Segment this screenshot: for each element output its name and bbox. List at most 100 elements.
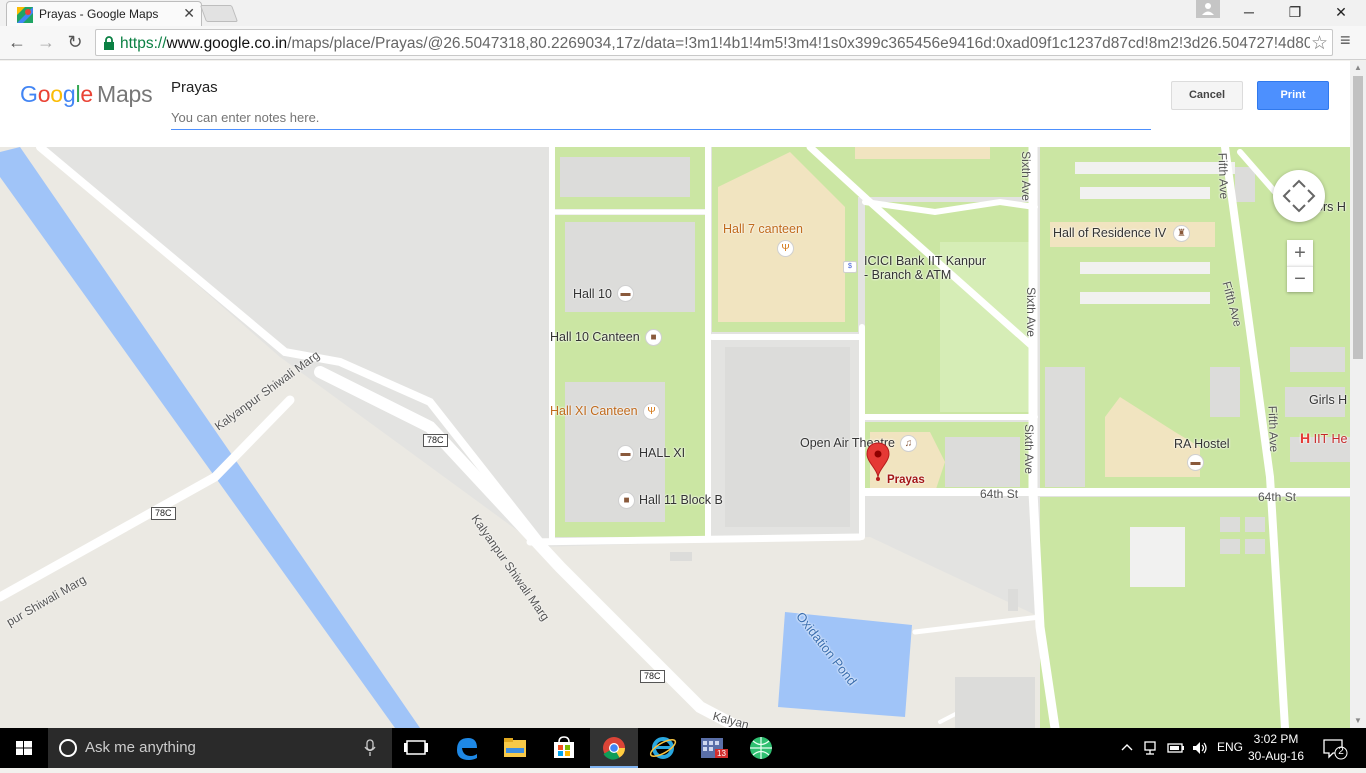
lodging-icon[interactable]: ▬ [1187,454,1204,471]
map-canvas[interactable]: Hall 7 canteen Ψ ICICI Bank IIT Kanpur -… [0,147,1350,728]
browser-tab[interactable]: Prayas - Google Maps ✕ [6,1,202,26]
google-maps-logo: Google Maps [20,81,153,108]
browser-toolbar: ← → ↻ https://www.google.co.in/maps/plac… [0,26,1366,60]
atm-icon[interactable]: $ [843,261,857,273]
windows-taskbar: Ask me anything 13 ENG 3:02 PM 30-Aug-16… [0,728,1366,768]
task-view-button[interactable] [392,728,440,768]
road-label-fifth-ave: Fifth Ave [1215,152,1232,200]
place-name: Prayas [171,79,218,96]
map-label-ra-hostel[interactable]: RA Hostel [1174,437,1230,451]
start-button[interactable] [0,728,48,768]
pan-arrows-icon [1282,179,1316,213]
edge-icon [457,738,477,760]
close-window-button[interactable]: ✕ [1318,0,1364,24]
road-label-sixth-ave: Sixth Ave [1023,287,1038,337]
new-tab-button[interactable] [199,5,239,22]
map-label-hallxi-canteen[interactable]: Hall XI Canteen [550,404,638,418]
map-label-girls-hostel[interactable]: Girls H [1309,393,1347,407]
chrome-app-button[interactable] [590,728,638,768]
chrome-icon [603,737,625,760]
clock[interactable]: 3:02 PM 30-Aug-16 [1246,731,1306,765]
globe-app-button[interactable] [737,728,785,768]
maps-wordmark: Maps [97,81,153,107]
lodging-icon[interactable]: ▬ [617,285,634,302]
music-icon[interactable]: ♫ [900,435,917,452]
print-button[interactable]: Print [1257,81,1329,110]
microphone-icon[interactable] [363,739,377,757]
map-label-hallxi[interactable]: HALL XI [639,446,685,460]
google-maps-favicon-icon [17,7,33,23]
battery-icon[interactable] [1167,741,1185,755]
chrome-menu-icon[interactable]: ≡ [1340,30,1351,51]
browser-tab-bar: Prayas - Google Maps ✕ ─ ❐ ✕ [0,0,1366,26]
page-scrollbar[interactable]: ▲ ▼ [1350,61,1366,728]
google-wordmark: Google [20,81,93,107]
road-label-fifth-ave: Fifth Ave [1265,405,1282,453]
edge-app-button[interactable] [443,728,491,768]
chevron-up-icon[interactable] [1119,740,1135,756]
place-icon[interactable]: ■ [645,329,662,346]
search-placeholder: Ask me anything [85,739,196,756]
map-label-hall11-block-b[interactable]: Hall 11 Block B [639,493,723,507]
map-label-hall10[interactable]: Hall 10 [573,287,612,301]
map-label-hall10-canteen[interactable]: Hall 10 Canteen [550,330,640,344]
scroll-down-icon[interactable]: ▼ [1350,714,1366,728]
scroll-up-icon[interactable]: ▲ [1350,61,1366,75]
notes-input[interactable] [171,106,1151,130]
clock-date: 30-Aug-16 [1247,749,1305,763]
language-indicator[interactable]: ENG [1217,740,1243,754]
windows-logo-icon [16,741,32,755]
cortana-icon [59,739,77,757]
calculator-icon [701,738,723,758]
internet-explorer-button[interactable] [639,728,687,768]
cancel-button[interactable]: Cancel [1171,81,1243,110]
map-label-hall-residence-iv[interactable]: Hall of Residence IV [1053,226,1166,240]
maximize-button[interactable]: ❐ [1272,0,1318,24]
url-text: https://www.google.co.in/maps/place/Pray… [120,35,1310,52]
restaurant-icon[interactable]: Ψ [643,403,660,420]
network-icon[interactable] [1143,740,1161,756]
profile-icon[interactable] [1196,0,1220,18]
bookmark-star-icon[interactable]: ☆ [1311,32,1328,55]
road-label-64th-st: 64th St [1258,490,1297,504]
route-shield-78c: 78C [423,434,448,447]
task-view-icon [404,740,428,755]
map-label-prayas[interactable]: Prayas [887,474,925,486]
address-bar[interactable]: https://www.google.co.in/maps/place/Pray… [95,29,1333,56]
map-label-hall7-canteen[interactable]: Hall 7 canteen [723,222,803,236]
store-app-button[interactable] [540,728,588,768]
map-label-icici[interactable]: ICICI Bank IIT Kanpur [864,254,986,268]
minimize-button[interactable]: ─ [1226,0,1272,24]
map-label-iit-health[interactable]: H IIT He [1300,430,1347,446]
back-icon[interactable]: ← [5,30,29,54]
folder-icon [504,738,526,757]
landmark-icon[interactable]: ♜ [1173,225,1190,242]
road-label-64th-st: 64th St [980,487,1019,501]
lodging-icon[interactable]: ▬ [617,445,634,462]
volume-icon[interactable] [1191,740,1209,756]
map-label-icici-branch[interactable]: - Branch & ATM [864,268,951,282]
tab-close-icon[interactable]: ✕ [183,5,195,22]
lock-icon [104,36,114,50]
forward-icon[interactable]: → [34,30,58,54]
route-shield-78c: 78C [151,507,176,520]
scroll-thumb[interactable] [1353,76,1363,359]
cortana-search-box[interactable]: Ask me anything [48,728,392,768]
compass-control[interactable] [1273,170,1325,222]
road-label-sixth-ave: Sixth Ave [1018,151,1033,201]
restaurant-icon[interactable]: Ψ [777,240,794,257]
ie-icon [649,737,677,759]
badge-count: 13 [715,749,728,758]
place-icon[interactable]: ■ [618,492,635,509]
clock-time: 3:02 PM [1253,732,1299,746]
file-explorer-button[interactable] [491,728,539,768]
zoom-out-button[interactable]: − [1287,266,1313,292]
zoom-in-button[interactable]: + [1287,240,1313,266]
print-header: GoogleMaps Prayas Cancel Print [0,61,1350,147]
calculator-app-button[interactable]: 13 [688,728,736,768]
store-icon [554,736,574,758]
reload-icon[interactable]: ↻ [63,30,87,54]
road-label-sixth-ave: Sixth Ave [1021,424,1036,474]
location-pin-icon[interactable] [866,442,890,482]
notification-count: 2 [1338,746,1344,757]
